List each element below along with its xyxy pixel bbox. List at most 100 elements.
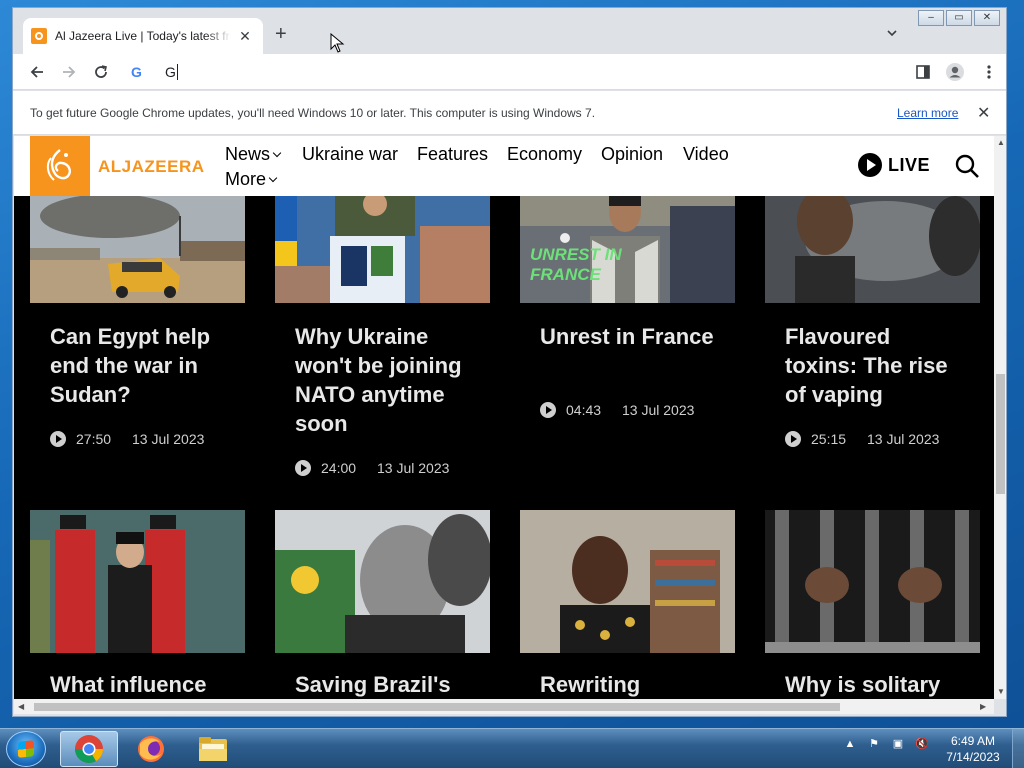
forward-arrow-icon <box>63 66 76 78</box>
nav-opinion[interactable]: Opinion <box>601 144 663 165</box>
nav-features[interactable]: Features <box>417 144 488 165</box>
scroll-left-icon[interactable]: ◀ <box>18 702 24 711</box>
system-tray: ▲ ⚑ ▣ 🔇 <box>842 737 930 751</box>
back-arrow-icon <box>30 66 43 78</box>
browser-toolbar: G G <box>13 54 1006 90</box>
infobar-close-icon[interactable]: ✕ <box>977 103 990 123</box>
thumbnail-overlay-text: UNREST IN FRANCE <box>530 245 622 284</box>
video-thumbnail <box>275 196 490 303</box>
network-icon[interactable]: ▣ <box>890 737 906 751</box>
video-title[interactable]: Can Egypt help end the war in Sudan? <box>50 322 230 409</box>
video-thumbnail <box>275 510 490 653</box>
action-center-flag-icon[interactable]: ⚑ <box>866 737 882 751</box>
horizontal-scroll-thumb[interactable] <box>34 703 840 711</box>
back-button[interactable] <box>27 62 47 82</box>
video-meta: 24:00 13 Jul 2023 <box>295 460 449 476</box>
close-window-button[interactable]: ✕ <box>974 10 1000 26</box>
video-duration: 04:43 <box>566 402 602 418</box>
profile-button[interactable] <box>945 62 965 82</box>
aljazeera-favicon-icon <box>31 28 47 44</box>
taskbar-chrome[interactable] <box>60 731 118 767</box>
aljazeera-logo-icon[interactable] <box>30 136 90 196</box>
video-thumbnail <box>30 510 245 653</box>
video-title[interactable]: What influence <box>50 670 240 699</box>
brand-wordmark[interactable]: ALJAZEERA <box>98 157 205 177</box>
taskbar-file-explorer[interactable] <box>184 731 242 767</box>
text-caret <box>176 64 178 80</box>
nav-video[interactable]: Video <box>683 144 729 165</box>
taskbar-firefox[interactable] <box>122 731 180 767</box>
video-duration: 25:15 <box>811 431 847 447</box>
vertical-scrollbar[interactable]: ▲ ▼ <box>994 136 1006 699</box>
search-icon[interactable] <box>954 153 980 179</box>
video-thumbnail <box>765 196 980 303</box>
tab-search-chevron-icon[interactable] <box>887 28 897 38</box>
google-g-icon: G <box>131 64 142 80</box>
tab-strip: Al Jazeera Live | Today's latest from Al… <box>13 8 1006 54</box>
play-circle-icon <box>858 153 882 177</box>
video-title[interactable]: Flavoured toxins: The rise of vaping <box>785 322 965 409</box>
clock-time: 6:49 AM <box>950 734 996 748</box>
chevron-down-icon <box>268 173 278 183</box>
browser-tab[interactable]: Al Jazeera Live | Today's latest from Al… <box>23 18 263 54</box>
side-panel-button[interactable] <box>913 62 933 82</box>
play-icon <box>540 402 556 418</box>
video-card-brazil[interactable]: Saving Brazil's <box>275 510 490 699</box>
tray-expand-icon[interactable]: ▲ <box>842 737 858 751</box>
live-button[interactable]: LIVE <box>858 153 930 177</box>
tab-title: Al Jazeera Live | Today's latest from Al… <box>55 29 231 43</box>
new-tab-button[interactable]: + <box>275 24 287 44</box>
update-infobar: To get future Google Chrome updates, you… <box>13 91 1006 135</box>
address-bar[interactable]: G G <box>131 60 901 84</box>
nav-more-label: More <box>225 169 267 189</box>
video-thumbnail <box>30 196 245 303</box>
video-title[interactable]: Why Ukraine won't be joining NATO anytim… <box>295 322 475 438</box>
nav-more[interactable]: More <box>225 169 278 190</box>
horizontal-scrollbar[interactable]: ◀ ▶ <box>14 699 994 714</box>
video-title[interactable]: Saving Brazil's <box>295 670 485 699</box>
live-label: LIVE <box>888 154 931 175</box>
video-duration: 24:00 <box>321 460 357 476</box>
side-panel-icon <box>916 65 930 79</box>
scroll-right-icon[interactable]: ▶ <box>980 702 986 711</box>
reload-button[interactable] <box>91 62 111 82</box>
vertical-scroll-thumb[interactable] <box>996 374 1005 494</box>
video-card-rewriting[interactable]: Rewriting <box>520 510 735 699</box>
kebab-menu-icon <box>987 65 991 79</box>
video-title[interactable]: Rewriting <box>540 670 730 699</box>
volume-muted-icon[interactable]: 🔇 <box>914 737 930 751</box>
maximize-button[interactable]: ▭ <box>946 10 972 26</box>
video-date: 13 Jul 2023 <box>622 402 695 418</box>
show-desktop-button[interactable] <box>1012 729 1024 768</box>
video-date: 13 Jul 2023 <box>377 460 450 476</box>
video-meta: 27:50 13 Jul 2023 <box>50 431 204 447</box>
chrome-icon <box>75 735 103 763</box>
video-meta: 25:15 13 Jul 2023 <box>785 431 939 447</box>
site-header: ALJAZEERA News Ukraine war Features Econ… <box>14 136 994 196</box>
infobar-message: To get future Google Chrome updates, you… <box>30 105 596 120</box>
window-controls: – ▭ ✕ <box>916 10 1000 26</box>
scroll-down-icon[interactable]: ▼ <box>997 687 1005 696</box>
video-thumbnail <box>765 510 980 653</box>
nav-ukraine-war[interactable]: Ukraine war <box>302 144 398 165</box>
nav-news[interactable]: News <box>225 144 282 165</box>
nav-economy[interactable]: Economy <box>507 144 582 165</box>
windows-logo-icon <box>18 740 34 758</box>
video-card-solitary[interactable]: Why is solitary <box>765 510 980 699</box>
forward-button[interactable] <box>59 62 79 82</box>
start-button[interactable] <box>6 731 46 767</box>
video-title[interactable]: Why is solitary <box>785 670 975 699</box>
learn-more-link[interactable]: Learn more <box>897 106 958 120</box>
video-card-influence[interactable]: What influence <box>30 510 245 699</box>
chrome-menu-button[interactable] <box>979 62 999 82</box>
scroll-up-icon[interactable]: ▲ <box>997 138 1005 147</box>
reload-icon <box>95 65 107 78</box>
address-bar-text: G <box>165 64 176 80</box>
minimize-button[interactable]: – <box>918 10 944 26</box>
folder-icon <box>199 737 227 761</box>
tab-close-icon[interactable]: ✕ <box>237 28 253 45</box>
video-title[interactable]: Unrest in France <box>540 322 720 351</box>
taskbar-clock[interactable]: 6:49 AM 7/14/2023 <box>940 733 1006 765</box>
clock-date: 7/14/2023 <box>946 750 1000 764</box>
profile-avatar-icon <box>946 63 964 81</box>
